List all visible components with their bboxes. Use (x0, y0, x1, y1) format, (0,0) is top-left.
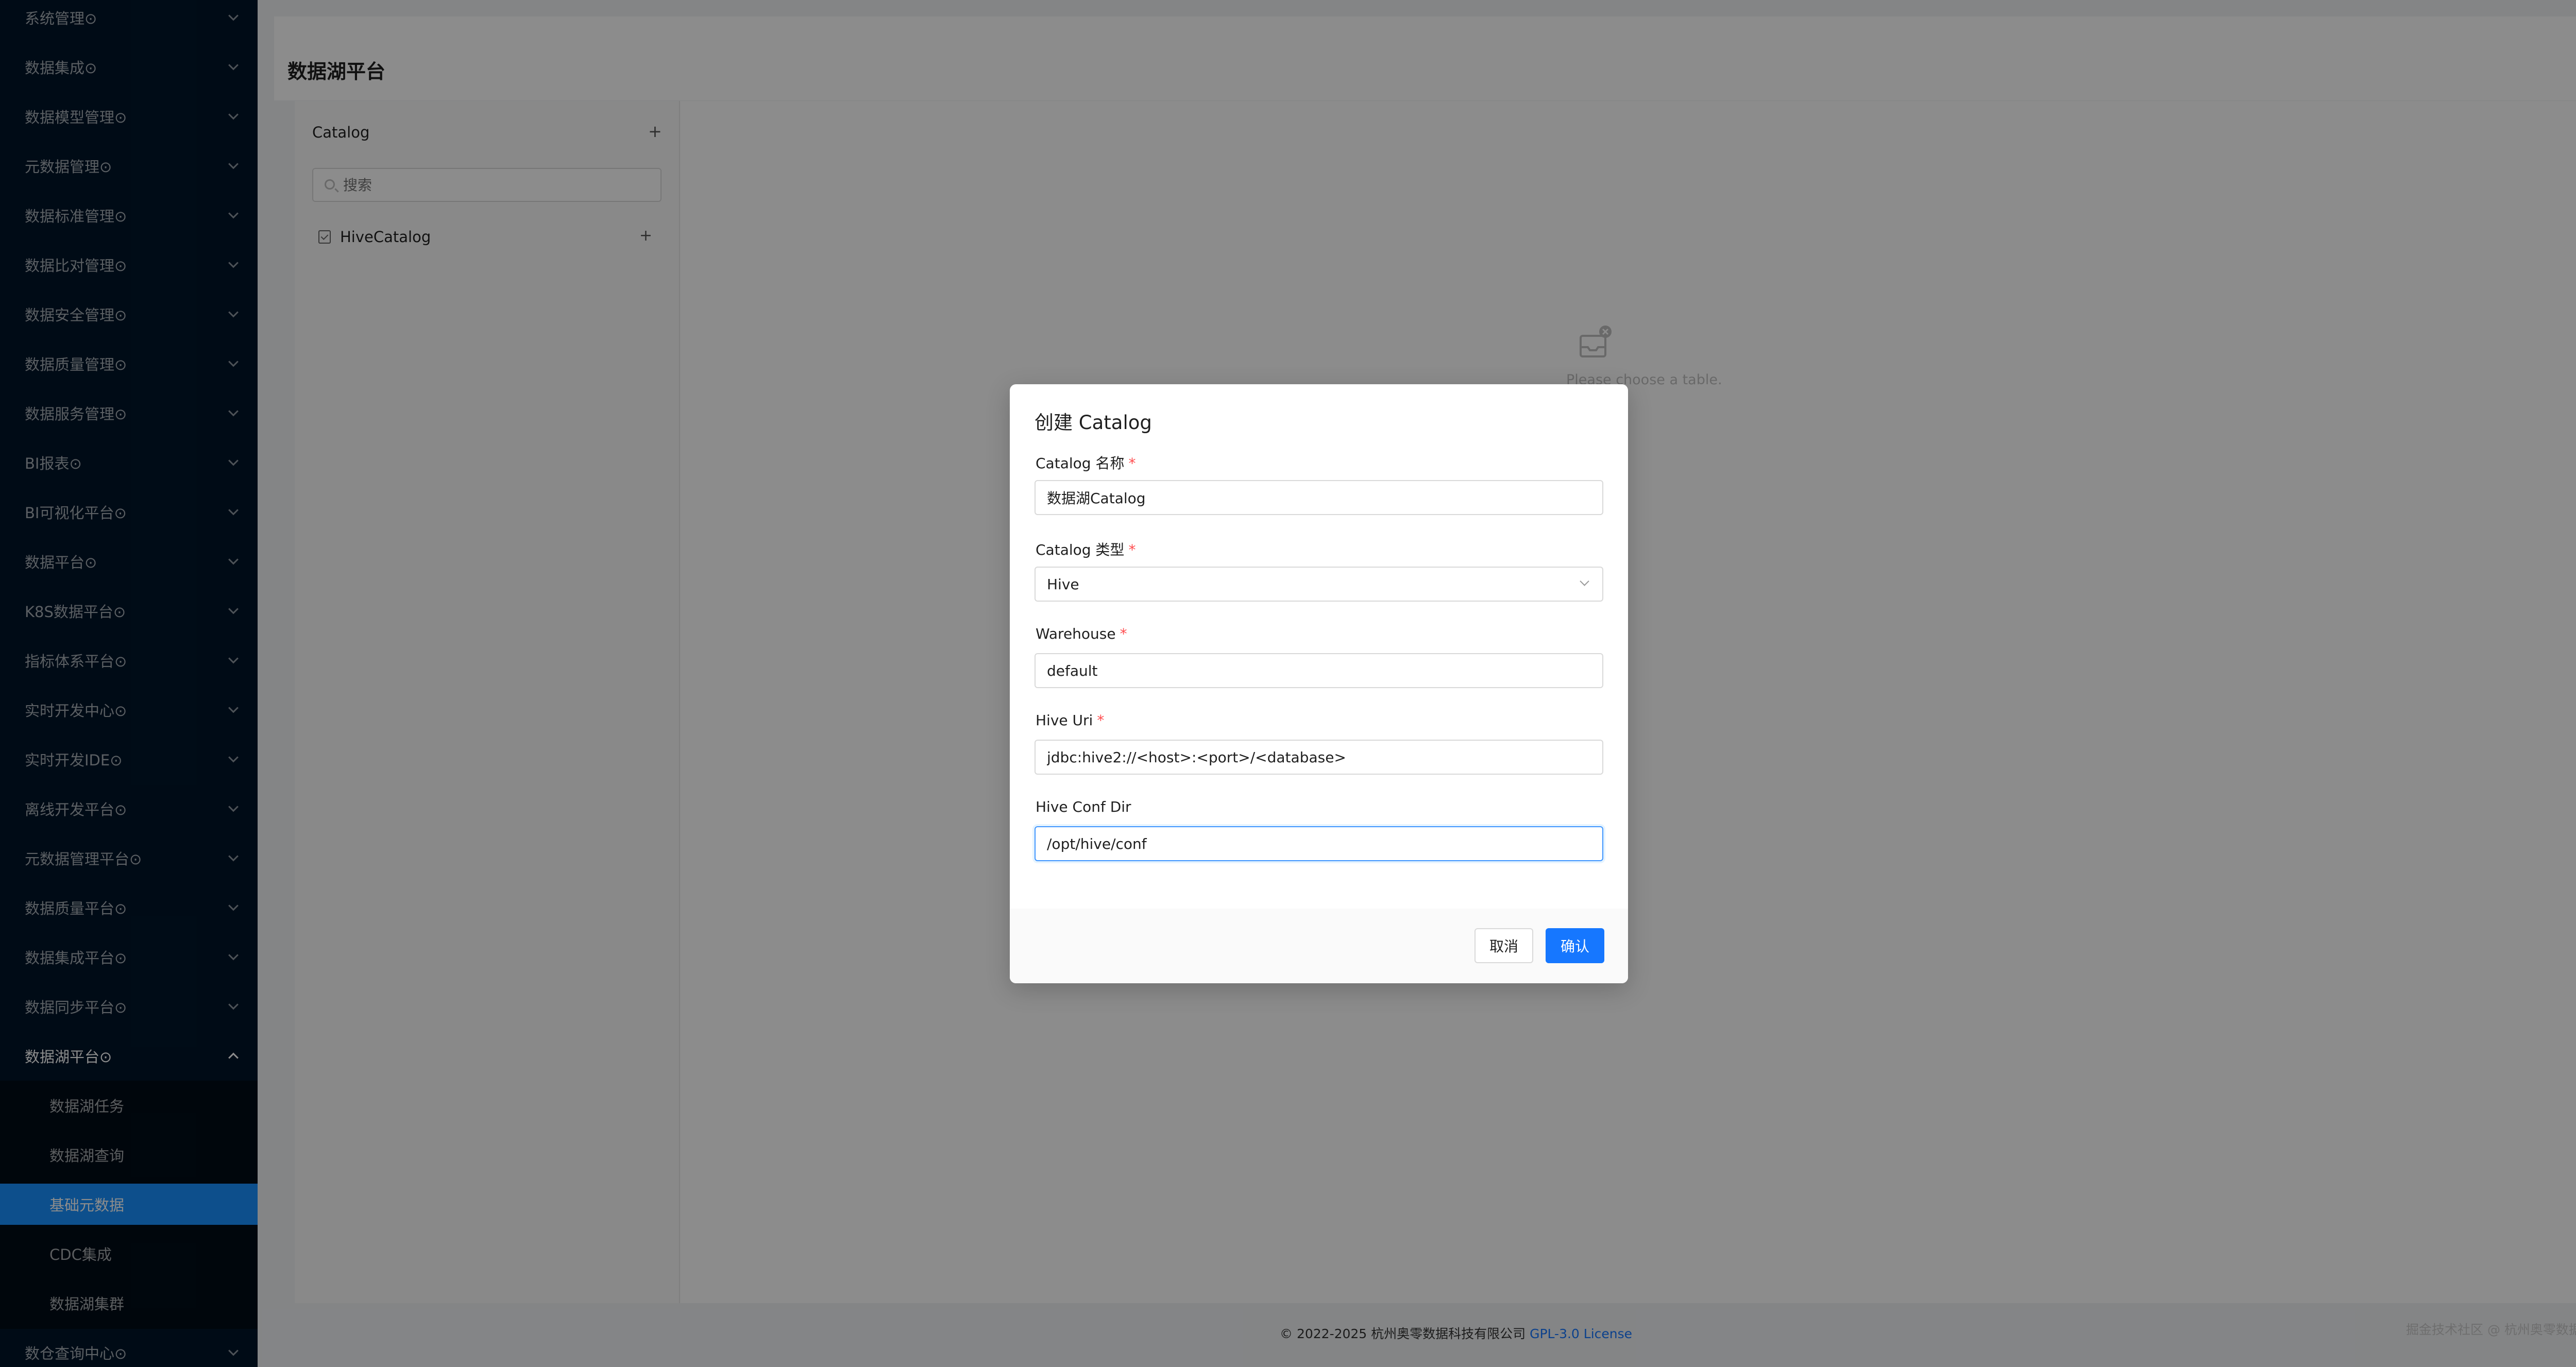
catalog-type-label: Catalog 类型 * (1036, 539, 1136, 559)
catalog-type-select[interactable]: Hive (1035, 567, 1603, 602)
chevron-down-icon (1580, 576, 1589, 586)
required-mark: * (1128, 455, 1136, 472)
warehouse-field[interactable] (1035, 653, 1603, 688)
cancel-button[interactable]: 取消 (1475, 928, 1533, 963)
confirm-button[interactable]: 确认 (1546, 928, 1604, 963)
required-mark: * (1120, 625, 1127, 642)
catalog-name-input[interactable] (1047, 481, 1583, 514)
hive-conf-dir-input[interactable] (1047, 827, 1583, 860)
field-label-text: Hive Conf Dir (1036, 798, 1131, 815)
field-label-text: Warehouse (1036, 625, 1116, 642)
hive-conf-dir-field[interactable] (1035, 826, 1603, 861)
hive-uri-field[interactable] (1035, 740, 1603, 775)
catalog-name-field[interactable] (1035, 480, 1603, 515)
required-mark: * (1128, 541, 1136, 558)
modal-footer (1010, 909, 1628, 983)
catalog-name-label: Catalog 名称 * (1036, 452, 1136, 473)
warehouse-label: Warehouse * (1036, 625, 1127, 642)
field-label-text: Hive Uri (1036, 712, 1093, 729)
warehouse-input[interactable] (1047, 654, 1583, 687)
catalog-type-value: Hive (1047, 576, 1079, 593)
hive-uri-label: Hive Uri * (1036, 712, 1104, 729)
create-catalog-modal: 创建 Catalog Catalog 名称* Catalog 类型* Hive … (1010, 384, 1628, 983)
modal-title: 创建 Catalog (1035, 412, 1152, 434)
field-label-text: Catalog 类型 (1036, 541, 1125, 558)
hive-uri-input[interactable] (1047, 741, 1583, 774)
hive-conf-dir-label: Hive Conf Dir (1036, 798, 1131, 815)
required-mark: * (1097, 712, 1105, 729)
field-label-text: Catalog 名称 (1036, 455, 1125, 472)
